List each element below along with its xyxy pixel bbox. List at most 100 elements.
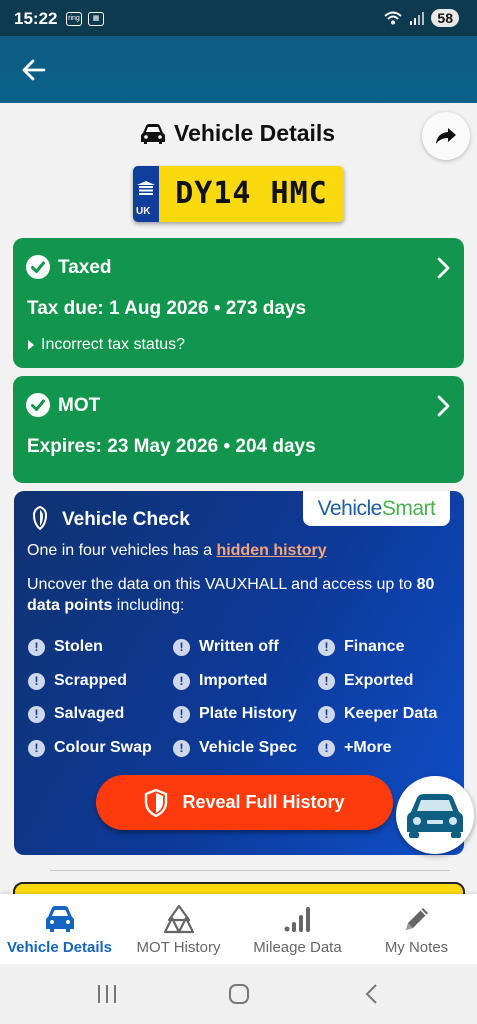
intro-prefix: One in four vehicles has a: [27, 542, 217, 559]
plate-registration: DY14 HMC: [175, 176, 328, 211]
signal-icon: [410, 12, 425, 25]
feature-label: Vehicle Spec: [199, 739, 297, 756]
system-back-icon[interactable]: [364, 983, 380, 1005]
floating-car-button[interactable]: [396, 776, 474, 854]
data-points-text: Uncover the data on this VAUXHALL and ac…: [27, 574, 467, 616]
mot-status-card[interactable]: MOT Expires: 23 May 2026 • 204 days: [13, 376, 464, 483]
feature-label: Scrapped: [54, 672, 127, 689]
feature-written-off: ! Written off: [173, 638, 279, 656]
info-icon: !: [173, 705, 190, 723]
pencil-icon: [406, 908, 428, 930]
share-button[interactable]: [422, 112, 470, 160]
battery-level: 58: [431, 9, 459, 27]
mot-status-title: MOT: [58, 395, 101, 416]
feature-label: Finance: [344, 638, 405, 655]
title-row: Vehicle Details: [0, 112, 477, 160]
vehicle-check-card: Vehicle Smart Vehicle Check One in four v…: [14, 491, 464, 855]
reveal-full-history-button[interactable]: Reveal Full History: [96, 775, 393, 830]
check-circle-icon: [26, 393, 50, 417]
info-icon: !: [318, 739, 335, 757]
info-icon: !: [173, 638, 190, 656]
info-icon: !: [173, 739, 190, 757]
info-icon: !: [28, 739, 45, 757]
incorrect-tax-link[interactable]: Incorrect tax status?: [27, 336, 185, 354]
feature-stolen: ! Stolen: [28, 638, 103, 656]
feature-more: ! +More: [318, 739, 392, 757]
tax-status-title: Taxed: [58, 257, 112, 278]
feature-label: Imported: [199, 672, 268, 689]
feature-vehicle-spec: ! Vehicle Spec: [173, 739, 297, 757]
status-indicators: 58: [383, 9, 459, 27]
car-icon: [46, 906, 74, 932]
section-divider: [50, 870, 450, 871]
app-header: [0, 36, 477, 103]
caret-right-icon: [28, 340, 34, 350]
system-nav-bar: [0, 964, 477, 1024]
wifi-icon: [384, 11, 403, 25]
vehiclesmart-logo: Vehicle Smart: [303, 491, 450, 526]
feature-label: Stolen: [54, 638, 103, 655]
feature-label: Plate History: [199, 705, 297, 722]
nav-mileage-data[interactable]: Mileage Data: [238, 894, 357, 964]
feature-label: Colour Swap: [54, 739, 152, 756]
page-title-wrap: Vehicle Details: [140, 120, 335, 147]
calendar-notification-icon: ▦: [88, 12, 104, 26]
logo-text-vehicle: Vehicle: [317, 496, 383, 520]
nav-label: MOT History: [136, 939, 221, 956]
chevron-right-icon: [437, 257, 450, 279]
info-icon: !: [318, 638, 335, 656]
check-circle-icon: [26, 255, 50, 279]
feature-salvaged: ! Salvaged: [28, 705, 124, 723]
nav-label: Vehicle Details: [6, 939, 113, 956]
nav-label: My Notes: [384, 939, 449, 956]
feature-finance: ! Finance: [318, 638, 404, 656]
nav-vehicle-details[interactable]: Vehicle Details: [0, 894, 119, 964]
uk-emblem-icon: [137, 181, 155, 195]
reveal-button-label: Reveal Full History: [182, 792, 345, 812]
feature-colour-swap: ! Colour Swap: [28, 739, 152, 757]
plate-country-band: UK: [133, 166, 159, 222]
desc-prefix: Uncover the data on this VAUXHALL and ac…: [27, 576, 417, 593]
tax-due-text: Tax due: 1 Aug 2026 • 273 days: [27, 298, 307, 319]
desc-suffix: including:: [112, 597, 185, 614]
info-icon: !: [318, 672, 335, 690]
bar-signal-icon: [284, 907, 310, 932]
plate-country: UK: [136, 206, 151, 217]
nav-my-notes[interactable]: My Notes: [357, 894, 476, 964]
nav-label: Mileage Data: [253, 939, 342, 956]
feature-imported: ! Imported: [173, 672, 267, 690]
shield-icon: [32, 506, 48, 530]
info-icon: !: [28, 638, 45, 656]
chevron-right-icon: [437, 395, 450, 417]
incorrect-tax-label: Incorrect tax status?: [41, 336, 186, 353]
info-icon: !: [28, 705, 45, 723]
car-front-icon: [407, 794, 463, 838]
feature-label: Salvaged: [54, 705, 125, 722]
back-arrow-icon[interactable]: [20, 56, 48, 84]
feature-label: Exported: [344, 672, 414, 689]
feature-label: Keeper Data: [344, 705, 438, 722]
tax-status-card[interactable]: Taxed Tax due: 1 Aug 2026 • 273 days Inc…: [13, 238, 464, 368]
recent-apps-icon[interactable]: [96, 984, 118, 1004]
feature-exported: ! Exported: [318, 672, 413, 690]
info-icon: !: [318, 705, 335, 723]
ring-notification-icon: ring: [66, 12, 82, 26]
feature-plate-history: ! Plate History: [173, 705, 297, 723]
vehicle-check-title: Vehicle Check: [62, 509, 190, 530]
bottom-nav: Vehicle Details MOT History Mileage Data…: [0, 894, 477, 964]
hidden-history-link[interactable]: hidden history: [216, 542, 326, 559]
status-bar: 15:22 ring ▦ 58: [0, 0, 477, 36]
feature-scrapped: ! Scrapped: [28, 672, 127, 690]
info-icon: !: [28, 672, 45, 690]
status-time: 15:22: [14, 9, 58, 28]
car-icon: [141, 123, 165, 144]
number-plate: UK DY14 HMC: [133, 166, 344, 222]
feature-label: Written off: [199, 638, 279, 655]
hidden-history-text: One in four vehicles has a hidden histor…: [27, 542, 327, 560]
nav-mot-history[interactable]: MOT History: [119, 894, 238, 964]
mot-triangle-icon: [163, 904, 195, 934]
feature-keeper-data: ! Keeper Data: [318, 705, 437, 723]
feature-label: +More: [344, 739, 392, 756]
home-icon[interactable]: [228, 983, 250, 1005]
share-arrow-icon: [436, 128, 456, 144]
